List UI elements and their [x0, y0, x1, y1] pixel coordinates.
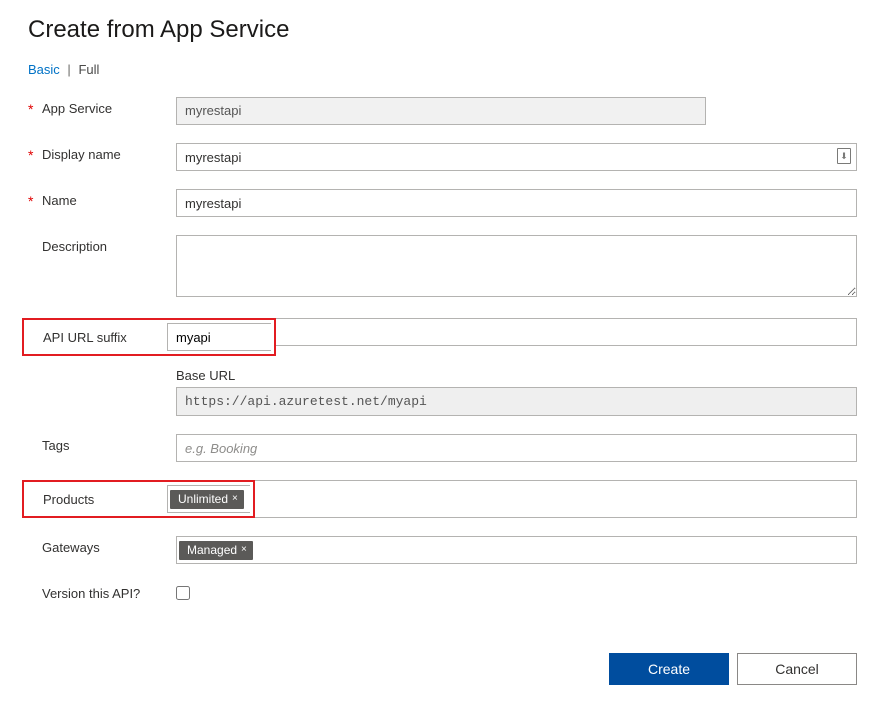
required-marker: *: [28, 147, 42, 163]
products-chip[interactable]: Unlimited ×: [170, 490, 244, 509]
tab-separator: |: [67, 62, 70, 77]
gateways-input[interactable]: Managed ×: [176, 536, 857, 564]
tab-basic[interactable]: Basic: [28, 62, 60, 77]
display-name-input[interactable]: [176, 143, 857, 171]
create-button[interactable]: Create: [609, 653, 729, 685]
api-url-suffix-input[interactable]: [167, 323, 271, 351]
products-input[interactable]: Unlimited ×: [167, 485, 250, 513]
api-url-suffix-label: API URL suffix: [43, 330, 127, 345]
api-url-suffix-input-cont[interactable]: [276, 318, 857, 346]
description-input[interactable]: [176, 235, 857, 297]
name-input[interactable]: [176, 189, 857, 217]
api-url-suffix-highlight: API URL suffix: [22, 318, 276, 356]
required-marker: *: [28, 193, 42, 209]
name-label: Name: [42, 193, 77, 208]
products-input-cont[interactable]: [255, 480, 857, 518]
products-chip-label: Unlimited: [178, 492, 228, 506]
gateways-chip[interactable]: Managed ×: [179, 541, 253, 560]
base-url-label: Base URL: [176, 368, 857, 383]
chip-remove-icon[interactable]: ×: [241, 544, 247, 555]
tab-bar: Basic | Full: [28, 62, 857, 77]
required-marker: *: [28, 101, 42, 117]
save-icon[interactable]: ⬇: [837, 148, 851, 164]
products-highlight: Products Unlimited ×: [22, 480, 255, 518]
app-service-label: App Service: [42, 101, 112, 116]
display-name-label: Display name: [42, 147, 121, 162]
description-label: Description: [42, 239, 107, 254]
chip-remove-icon[interactable]: ×: [232, 493, 238, 504]
version-api-checkbox[interactable]: [176, 586, 190, 600]
tags-label: Tags: [42, 438, 69, 453]
gateways-label: Gateways: [42, 540, 100, 555]
page-title: Create from App Service: [28, 16, 857, 44]
tags-input[interactable]: [176, 434, 857, 462]
products-label: Products: [43, 492, 94, 507]
app-service-value[interactable]: myrestapi: [176, 97, 706, 125]
version-api-label: Version this API?: [42, 586, 140, 601]
base-url-value: https://api.azuretest.net/myapi: [176, 387, 857, 416]
cancel-button[interactable]: Cancel: [737, 653, 857, 685]
tab-full[interactable]: Full: [78, 62, 99, 77]
gateways-chip-label: Managed: [187, 543, 237, 557]
